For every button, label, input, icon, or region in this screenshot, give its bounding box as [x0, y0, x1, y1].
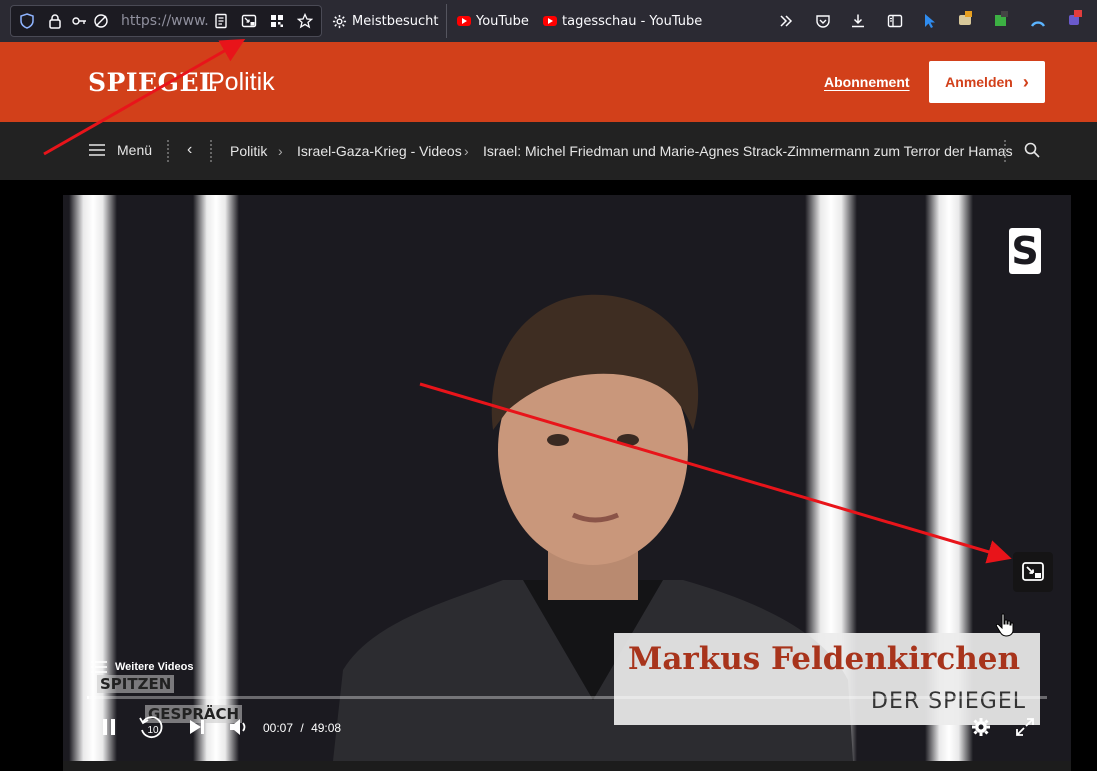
divider	[210, 140, 212, 162]
spiegel-s-logo: S	[1009, 228, 1041, 274]
vpn-icon[interactable]	[1028, 11, 1048, 31]
hamburger-icon	[89, 144, 105, 156]
pause-button[interactable]	[99, 715, 119, 739]
site-header: SPIEGEL Politik Abonnement Anmelden ›	[0, 42, 1097, 122]
subscribe-link[interactable]: Abonnement	[824, 74, 910, 90]
show-logo-line1: SPITZEN	[97, 675, 175, 693]
hand-cursor-icon	[995, 613, 1014, 637]
fullscreen-button[interactable]	[1013, 715, 1037, 739]
bookmark-label: tagesschau - YouTube	[562, 13, 703, 29]
section-title[interactable]: Politik	[208, 68, 275, 97]
breadcrumb-separator-icon: ›	[278, 143, 283, 159]
toolbar-separator	[446, 4, 447, 38]
breadcrumb-separator-icon: ›	[464, 143, 469, 159]
time-display: 00:07 / 49:08	[263, 721, 341, 735]
extension-green-icon[interactable]	[991, 9, 1011, 29]
url-bar[interactable]: https://www.	[10, 5, 322, 37]
bookmark-star-icon[interactable]	[295, 11, 315, 31]
gear-icon	[972, 718, 990, 736]
list-icon	[91, 661, 107, 673]
menu-button[interactable]: Menü	[89, 142, 152, 158]
more-videos-label: Weitere Videos	[115, 661, 194, 673]
pocket-icon[interactable]	[813, 11, 833, 31]
qr-code-icon[interactable]	[267, 11, 287, 31]
permissions-icon[interactable]	[69, 11, 89, 31]
youtube-icon	[457, 16, 471, 26]
spiegel-logo[interactable]: SPIEGEL	[88, 68, 217, 97]
pause-icon	[103, 719, 115, 735]
volume-icon	[230, 719, 246, 735]
sidebar-icon[interactable]	[885, 11, 905, 31]
picture-in-picture-button[interactable]	[1013, 552, 1053, 592]
bookmark-meistbesucht[interactable]: Meistbesucht	[332, 12, 438, 30]
progress-fill	[87, 696, 90, 699]
search-icon[interactable]	[1024, 142, 1040, 161]
video-player[interactable]: S Markus Feldenkirchen DER SPIEGEL SPITZ…	[63, 195, 1071, 761]
browser-toolbar: https://www. Meistbesucht YouTube tagess…	[0, 0, 1097, 42]
progress-bar[interactable]	[87, 696, 1047, 699]
time-current: 00:07	[263, 721, 294, 735]
cursor-extension-icon[interactable]	[920, 11, 940, 31]
breadcrumb-current[interactable]: Israel: Michel Friedman und Marie-Agnes …	[483, 143, 1013, 159]
more-bookmarks-icon[interactable]	[776, 11, 796, 31]
reader-view-icon[interactable]	[211, 11, 231, 31]
lower-third: Markus Feldenkirchen DER SPIEGEL	[614, 633, 1040, 725]
divider	[1004, 140, 1006, 162]
navigation-bar: Menü ‹ Politik › Israel-Gaza-Krieg - Vid…	[0, 122, 1097, 180]
breadcrumb-politik[interactable]: Politik	[230, 143, 267, 159]
tracking-protection-icon[interactable]	[91, 11, 111, 31]
extension-icon[interactable]	[955, 9, 975, 29]
skip-next-icon	[190, 720, 204, 734]
time-total: 49:08	[311, 721, 342, 735]
login-label: Anmelden	[945, 74, 1013, 90]
settings-button[interactable]	[969, 715, 993, 739]
speaker-name: Markus Feldenkirchen	[628, 641, 1021, 677]
bookmark-label: YouTube	[476, 13, 529, 29]
more-videos-button[interactable]: Weitere Videos	[91, 661, 193, 673]
page-content-edge	[63, 761, 1071, 771]
divider	[167, 140, 169, 162]
menu-label: Menü	[117, 142, 153, 158]
picture-in-picture-icon[interactable]	[239, 11, 259, 31]
rewind-seconds: 10	[147, 724, 159, 736]
url-text[interactable]: https://www.	[121, 13, 209, 29]
extension-puzzle-icon[interactable]	[1064, 8, 1084, 28]
back-chevron-icon[interactable]: ‹	[187, 141, 192, 159]
time-separator: /	[300, 721, 304, 735]
bookmark-label: Meistbesucht	[352, 13, 439, 29]
speaker-organization: DER SPIEGEL	[871, 689, 1026, 714]
chevron-right-icon: ›	[1022, 72, 1029, 92]
next-button[interactable]	[187, 715, 207, 739]
shield-icon[interactable]	[17, 11, 37, 31]
gear-icon	[332, 14, 347, 29]
bookmark-youtube[interactable]: YouTube	[457, 12, 529, 30]
breadcrumb-gaza-videos[interactable]: Israel-Gaza-Krieg - Videos	[297, 143, 462, 159]
lock-icon[interactable]	[45, 11, 65, 31]
download-icon[interactable]	[848, 11, 868, 31]
volume-button[interactable]	[228, 715, 252, 739]
rewind-10-button[interactable]: 10	[138, 715, 166, 741]
picture-in-picture-icon	[1022, 562, 1044, 581]
fullscreen-icon	[1016, 718, 1034, 736]
youtube-icon	[543, 16, 557, 26]
login-button[interactable]: Anmelden ›	[929, 61, 1045, 103]
bookmark-tagesschau-youtube[interactable]: tagesschau - YouTube	[543, 12, 702, 30]
